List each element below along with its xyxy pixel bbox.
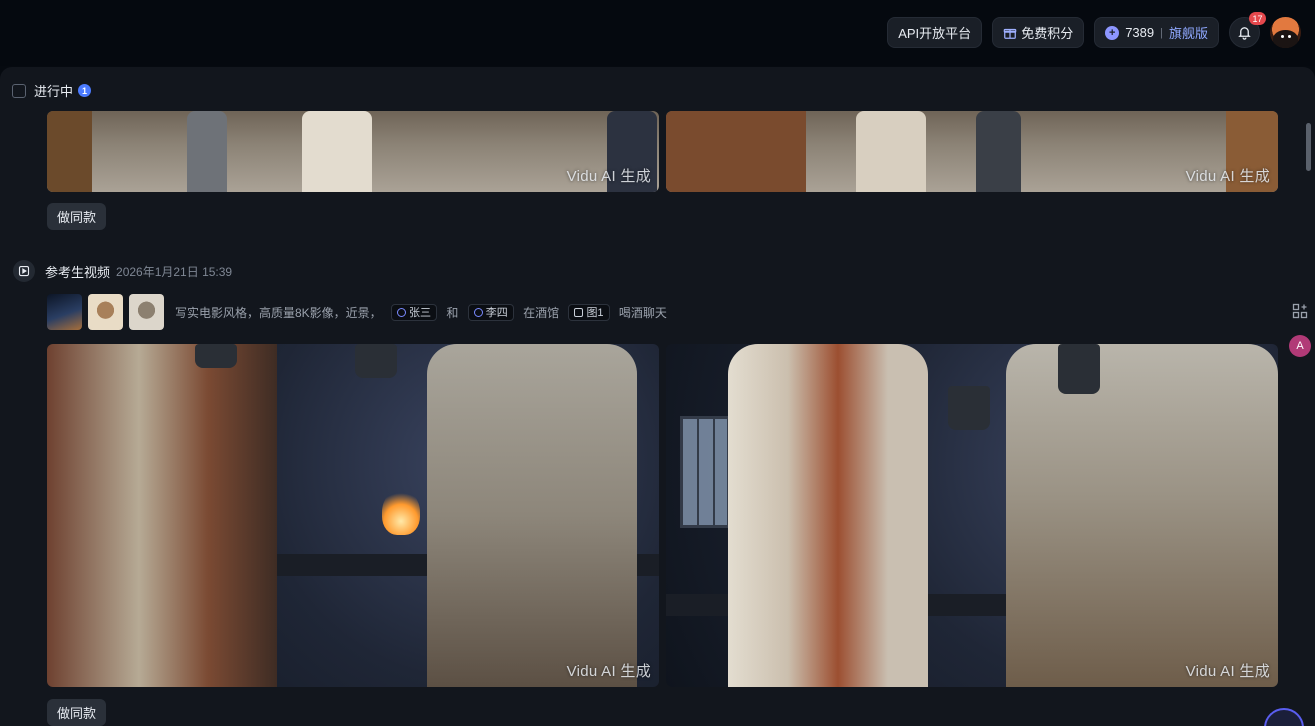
- video-watermark: Vidu AI 生成: [1185, 168, 1270, 185]
- prompt-segment: 写实电影风格，高质量8K影像，近景，: [175, 305, 382, 320]
- make-same-button[interactable]: 做同款: [47, 699, 107, 726]
- prompt-row: 写实电影风格，高质量8K影像，近景， 张三 和 李四 在酒馆 图1 喝酒聊天: [47, 294, 667, 330]
- in-progress-label: 进行中: [34, 84, 74, 99]
- prompt-segment: 和: [446, 305, 459, 320]
- video-mug: [195, 344, 237, 368]
- points-value: 7389: [1125, 25, 1155, 40]
- top-bar: API开放平台 免费积分 + 7389 | 旗舰版 17: [0, 0, 1315, 66]
- in-progress-filter[interactable]: 进行中 1: [12, 81, 92, 100]
- video-figure: [302, 111, 372, 192]
- make-same-button[interactable]: 做同款: [47, 203, 107, 230]
- in-progress-count-badge: 1: [78, 84, 92, 97]
- reference-video-icon: [13, 260, 35, 282]
- image-tag: 图1: [568, 303, 610, 321]
- video-watermark: Vidu AI 生成: [1185, 663, 1270, 680]
- bell-icon: [1238, 27, 1251, 40]
- translate-glyph: A: [1296, 340, 1304, 352]
- video-window: [680, 416, 730, 528]
- video-fire: [382, 489, 420, 535]
- assistant-orb-button[interactable]: [1264, 708, 1304, 726]
- image-tag-label: 图1: [586, 307, 604, 319]
- video-figure: [976, 111, 1021, 192]
- subject-icon: [473, 307, 483, 317]
- in-progress-checkbox[interactable]: [12, 83, 26, 98]
- task-title: 参考生视频: [45, 264, 111, 280]
- points-separator: |: [1160, 26, 1163, 39]
- video-figure: [856, 111, 926, 192]
- notification-button[interactable]: 17: [1229, 12, 1266, 48]
- tier-label: 旗舰版: [1168, 26, 1208, 41]
- prompt-segment: 喝酒聊天: [618, 305, 667, 320]
- video-mug: [1058, 344, 1100, 394]
- task-timestamp: 2026年1月21日 15:39: [116, 264, 233, 279]
- video-figure: [47, 111, 92, 192]
- task-header: 参考生视频 2026年1月21日 15:39: [13, 260, 232, 282]
- video-figure: [47, 344, 277, 687]
- video-figure: [728, 344, 928, 687]
- notification-badge: 17: [1249, 12, 1266, 25]
- reference-thumbnail[interactable]: [47, 294, 82, 330]
- free-points-button[interactable]: 免费积分: [992, 17, 1085, 48]
- side-tools: A: [1289, 303, 1311, 357]
- api-platform-button[interactable]: API开放平台: [887, 17, 983, 48]
- image-icon: [574, 307, 584, 317]
- video-mug: [948, 386, 990, 430]
- reference-thumbnail[interactable]: [88, 294, 123, 330]
- video-watermark: Vidu AI 生成: [566, 168, 651, 185]
- subject-icon: [397, 307, 407, 317]
- subject-tag-label: 李四: [485, 307, 508, 319]
- points-tier-button[interactable]: + 7389 | 旗舰版: [1094, 17, 1219, 48]
- api-platform-label: API开放平台: [898, 26, 972, 41]
- top-actions: API开放平台 免费积分 + 7389 | 旗舰版 17: [887, 12, 1301, 48]
- scrollbar-thumb[interactable]: [1306, 123, 1311, 171]
- video-result-1a[interactable]: Vidu AI 生成: [47, 111, 659, 192]
- video-figure: [1006, 344, 1278, 687]
- video-figure: [187, 111, 227, 192]
- video-result-1b[interactable]: Vidu AI 生成: [666, 111, 1278, 192]
- gift-icon: [1003, 28, 1017, 39]
- subject-tag: 张三: [391, 303, 438, 321]
- generation-panel: 进行中 1 Vidu AI 生成 Vidu AI 生成 做同款 参考生视频 20…: [0, 67, 1315, 726]
- video-figure: [427, 344, 637, 687]
- reference-thumbnail[interactable]: [129, 294, 164, 330]
- points-icon: +: [1105, 25, 1120, 40]
- prompt-text: 写实电影风格，高质量8K影像，近景， 张三 和 李四 在酒馆 图1 喝酒聊天: [175, 303, 667, 321]
- video-watermark: Vidu AI 生成: [566, 663, 651, 680]
- grid-plus-icon[interactable]: [1292, 303, 1308, 319]
- translate-icon[interactable]: A: [1289, 335, 1311, 357]
- video-mug: [355, 344, 397, 378]
- subject-tag-label: 张三: [409, 307, 432, 319]
- avatar[interactable]: [1270, 17, 1301, 48]
- video-result-2b[interactable]: Vidu AI 生成: [666, 344, 1278, 687]
- video-result-2a[interactable]: Vidu AI 生成: [47, 344, 659, 687]
- subject-tag: 李四: [467, 303, 514, 321]
- prompt-segment: 在酒馆: [523, 305, 560, 320]
- free-points-label: 免费积分: [1021, 26, 1074, 41]
- video-figure: [666, 111, 806, 192]
